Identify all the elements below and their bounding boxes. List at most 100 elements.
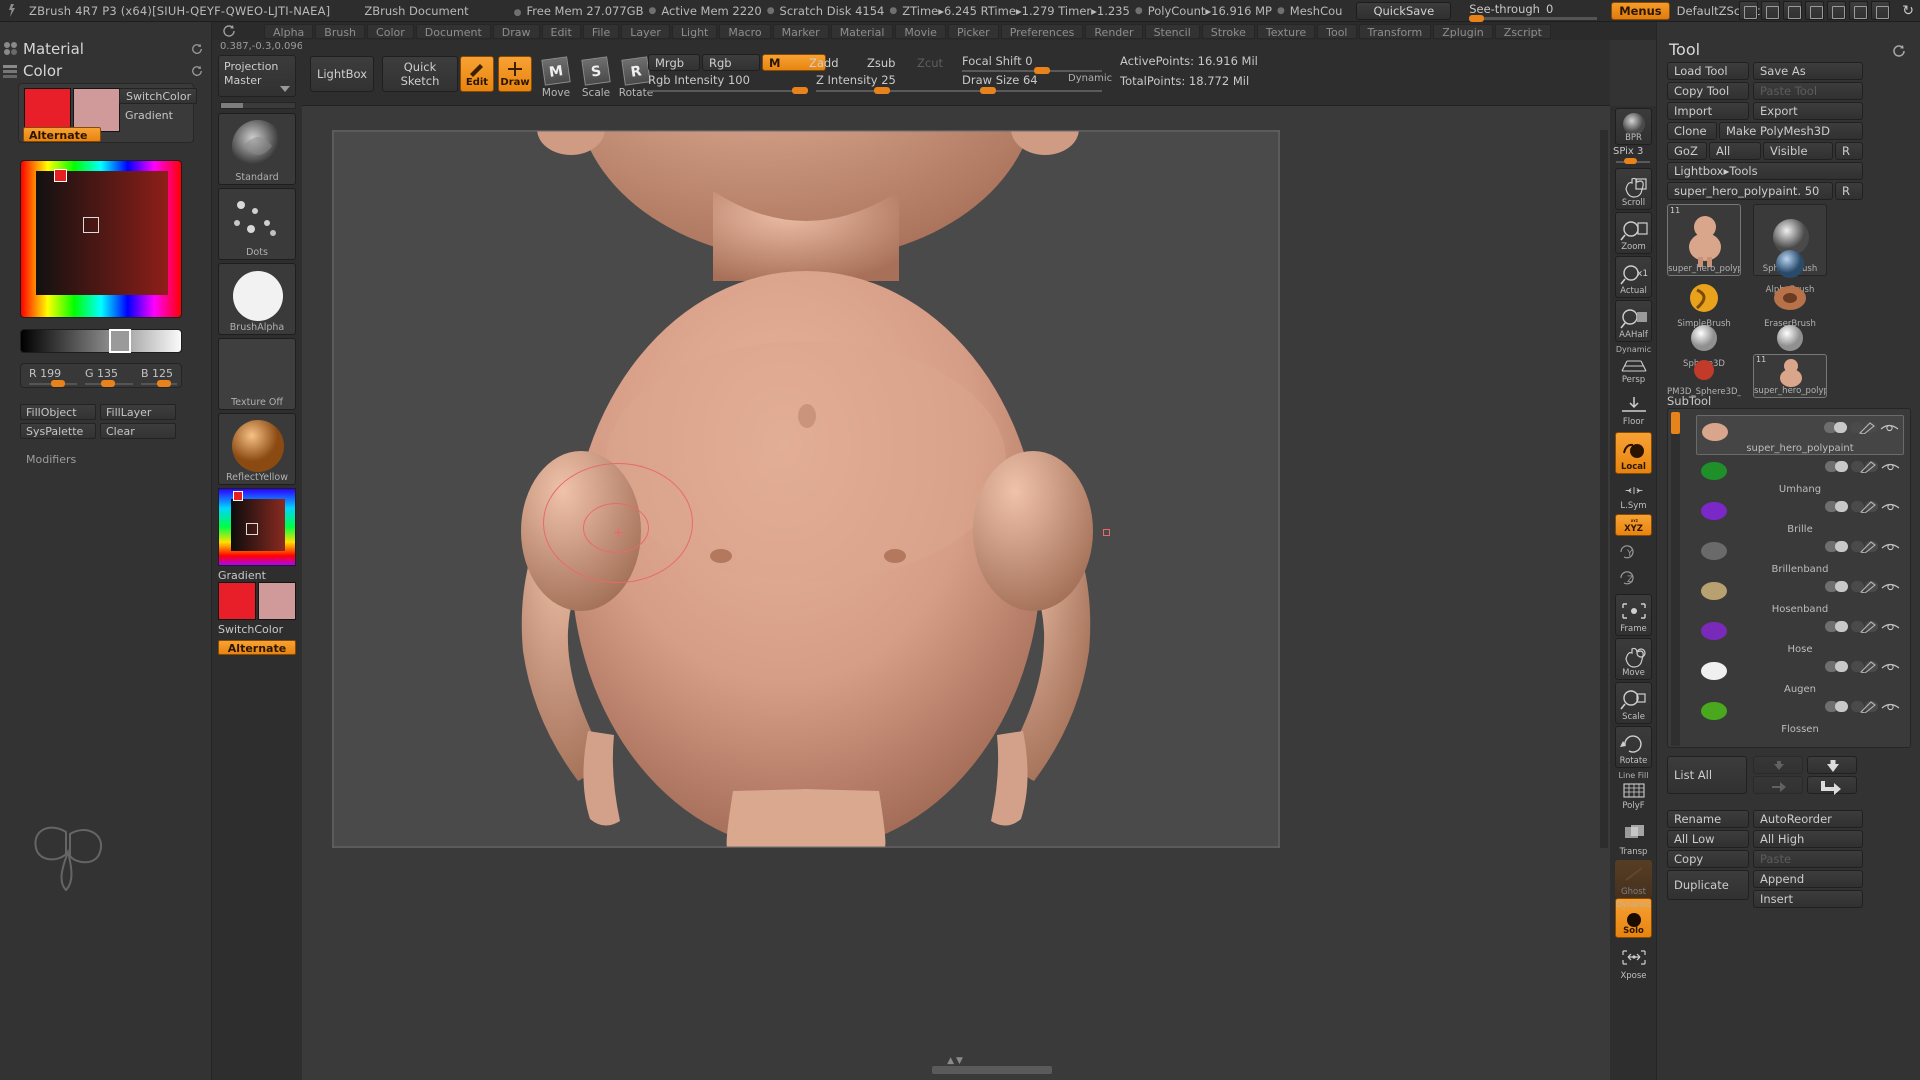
move-right-button[interactable] (1807, 776, 1857, 795)
make-polymesh3d-button[interactable]: Make PolyMesh3D (1719, 122, 1863, 140)
dynamic-label[interactable]: Dynamic (1068, 73, 1112, 84)
menu-item-stroke[interactable]: Stroke (1201, 23, 1255, 39)
refresh-icon[interactable]: ↻ (1902, 3, 1914, 19)
subtool-eye-icon[interactable] (1881, 461, 1900, 473)
copy-tool-button[interactable]: Copy Tool (1667, 82, 1749, 100)
all-button[interactable]: All (1709, 142, 1761, 160)
gradient-marker-secondary[interactable] (246, 523, 258, 535)
paste-button[interactable]: Paste (1753, 850, 1863, 868)
edit-button[interactable]: Edit (460, 56, 494, 92)
texture-thumb[interactable]: Texture Off (218, 338, 296, 410)
right-strip-aahalf-button[interactable]: AAHalf (1615, 300, 1652, 342)
menu-item-draw[interactable]: Draw (492, 23, 540, 39)
menu-item-preferences[interactable]: Preferences (1000, 23, 1084, 39)
alternate-button-2[interactable]: Alternate (218, 640, 296, 655)
menu-item-zscript[interactable]: Zscript (1494, 23, 1551, 39)
menu-item-material[interactable]: Material (830, 23, 894, 39)
menu-item-picker[interactable]: Picker (947, 23, 999, 39)
list-all-button[interactable]: List All (1667, 756, 1747, 794)
clear-button[interactable]: Clear (100, 423, 176, 439)
alpha-thumb[interactable]: BrushAlpha (218, 263, 296, 335)
subtool-row[interactable]: Flossen (1696, 695, 1904, 735)
quick-sketch-button[interactable]: Quick Sketch (382, 56, 458, 92)
subtool-visibility-toggle-b[interactable] (1835, 461, 1848, 472)
gradient-sv-area[interactable] (231, 499, 285, 551)
subtool-row[interactable]: Brillenband (1696, 535, 1904, 575)
subtool-visibility-toggle-b[interactable] (1835, 501, 1848, 512)
visible-button[interactable]: Visible (1763, 142, 1833, 160)
save-as-button[interactable]: Save As (1753, 62, 1863, 80)
r-button[interactable]: R (1835, 142, 1863, 160)
spix-knob[interactable] (1624, 158, 1637, 164)
brush-thumb-standard[interactable]: Standard (218, 113, 296, 185)
right-strip-local-button[interactable]: Local (1615, 432, 1652, 474)
menu-item-tool[interactable]: Tool (1317, 23, 1357, 39)
auto-reorder-button[interactable]: AutoReorder (1753, 810, 1863, 828)
switch-color-label-2[interactable]: SwitchColor (218, 623, 283, 636)
menu-item-brush[interactable]: Brush (315, 23, 366, 39)
layout-icon-6[interactable] (1849, 1, 1868, 20)
color-picker[interactable] (20, 160, 182, 318)
tool-thumb-7[interactable]: PM3D_Sphere3D_1 (1667, 358, 1741, 398)
append-button[interactable]: Append (1753, 870, 1863, 888)
r-slider-knob[interactable] (51, 380, 65, 387)
layout-icon-5[interactable] (1827, 1, 1846, 20)
clone-button[interactable]: Clone (1667, 122, 1717, 140)
right-strip-xpose-button[interactable]: Xpose (1615, 942, 1652, 982)
grayscale-marker[interactable] (109, 329, 131, 353)
menu-item-file[interactable]: File (582, 23, 620, 39)
gradient-button[interactable]: Gradient (119, 108, 197, 124)
z-intensity-knob[interactable] (874, 87, 890, 94)
move-down-button[interactable] (1807, 756, 1857, 774)
mrgb-button[interactable]: Mrgb (648, 54, 700, 71)
subtool-paint-icon[interactable] (1860, 661, 1877, 673)
lightbox-tools-button[interactable]: Lightbox▸Tools (1667, 162, 1863, 180)
all-low-button[interactable]: All Low (1667, 830, 1749, 848)
right-strip-ghost-button[interactable]: Ghost (1615, 860, 1652, 898)
menu-refresh-icon[interactable] (222, 24, 236, 38)
subtool-visibility-toggle-b[interactable] (1835, 621, 1848, 632)
bpr-button[interactable]: BPR (1615, 108, 1652, 145)
rename-button[interactable]: Rename (1667, 810, 1749, 828)
alt-color-swatch[interactable] (73, 88, 120, 132)
scale-button[interactable]: S Scale (574, 54, 618, 106)
subtool-paint-icon[interactable] (1860, 541, 1877, 553)
menu-item-movie[interactable]: Movie (895, 23, 946, 39)
subtool-eye-icon[interactable] (1881, 501, 1900, 513)
menu-item-color[interactable]: Color (367, 23, 414, 39)
alternate-button[interactable]: Alternate (23, 127, 101, 142)
stroke-thumb-dots[interactable]: Dots (218, 188, 296, 260)
import-button[interactable]: Import (1667, 102, 1749, 120)
axis-z-button[interactable]: Z (1615, 566, 1652, 590)
layout-icon-4[interactable] (1805, 1, 1824, 20)
paste-tool-button[interactable]: Paste Tool (1753, 82, 1863, 100)
subtool-visibility-toggle-b[interactable] (1834, 422, 1847, 433)
document-viewport[interactable] (332, 130, 1280, 848)
menu-item-transform[interactable]: Transform (1358, 23, 1432, 39)
subtool-eye-icon[interactable] (1881, 701, 1900, 713)
subtool-eye-icon[interactable] (1880, 422, 1899, 434)
subtool-paint-icon[interactable] (1859, 422, 1876, 434)
menu-item-marker[interactable]: Marker (772, 23, 829, 39)
subtool-eye-icon[interactable] (1881, 541, 1900, 553)
right-strip-actual-button[interactable]: x1 Actual (1615, 256, 1652, 298)
gradient-color-picker[interactable] (218, 488, 296, 566)
axis-y-button[interactable]: Y (1615, 540, 1652, 564)
duplicate-button[interactable]: Duplicate (1667, 870, 1749, 900)
right-strip-scroll-button[interactable]: Scroll (1615, 168, 1652, 210)
quicksave-button[interactable]: QuickSave (1356, 1, 1452, 20)
menu-item-render[interactable]: Render (1085, 23, 1143, 39)
subtool-row[interactable]: Hosenband (1696, 575, 1904, 615)
subtool-row[interactable]: Augen (1696, 655, 1904, 695)
sys-palette-button[interactable]: SysPalette (20, 423, 96, 439)
menu-item-zplugin[interactable]: Zplugin (1433, 23, 1493, 39)
b-slider-knob[interactable] (157, 380, 171, 387)
subtool-eye-icon[interactable] (1881, 581, 1900, 593)
menu-item-document[interactable]: Document (415, 23, 491, 39)
right-strip-xyz-button[interactable]: XYZ XYZ (1615, 514, 1652, 536)
subtool-row[interactable]: Brille (1696, 495, 1904, 535)
menu-item-light[interactable]: Light (671, 23, 718, 39)
draw-button[interactable]: Draw (498, 56, 532, 92)
right-strip-scale-button[interactable]: Scale (1615, 682, 1652, 724)
mini-main-color-swatch[interactable] (218, 582, 256, 620)
